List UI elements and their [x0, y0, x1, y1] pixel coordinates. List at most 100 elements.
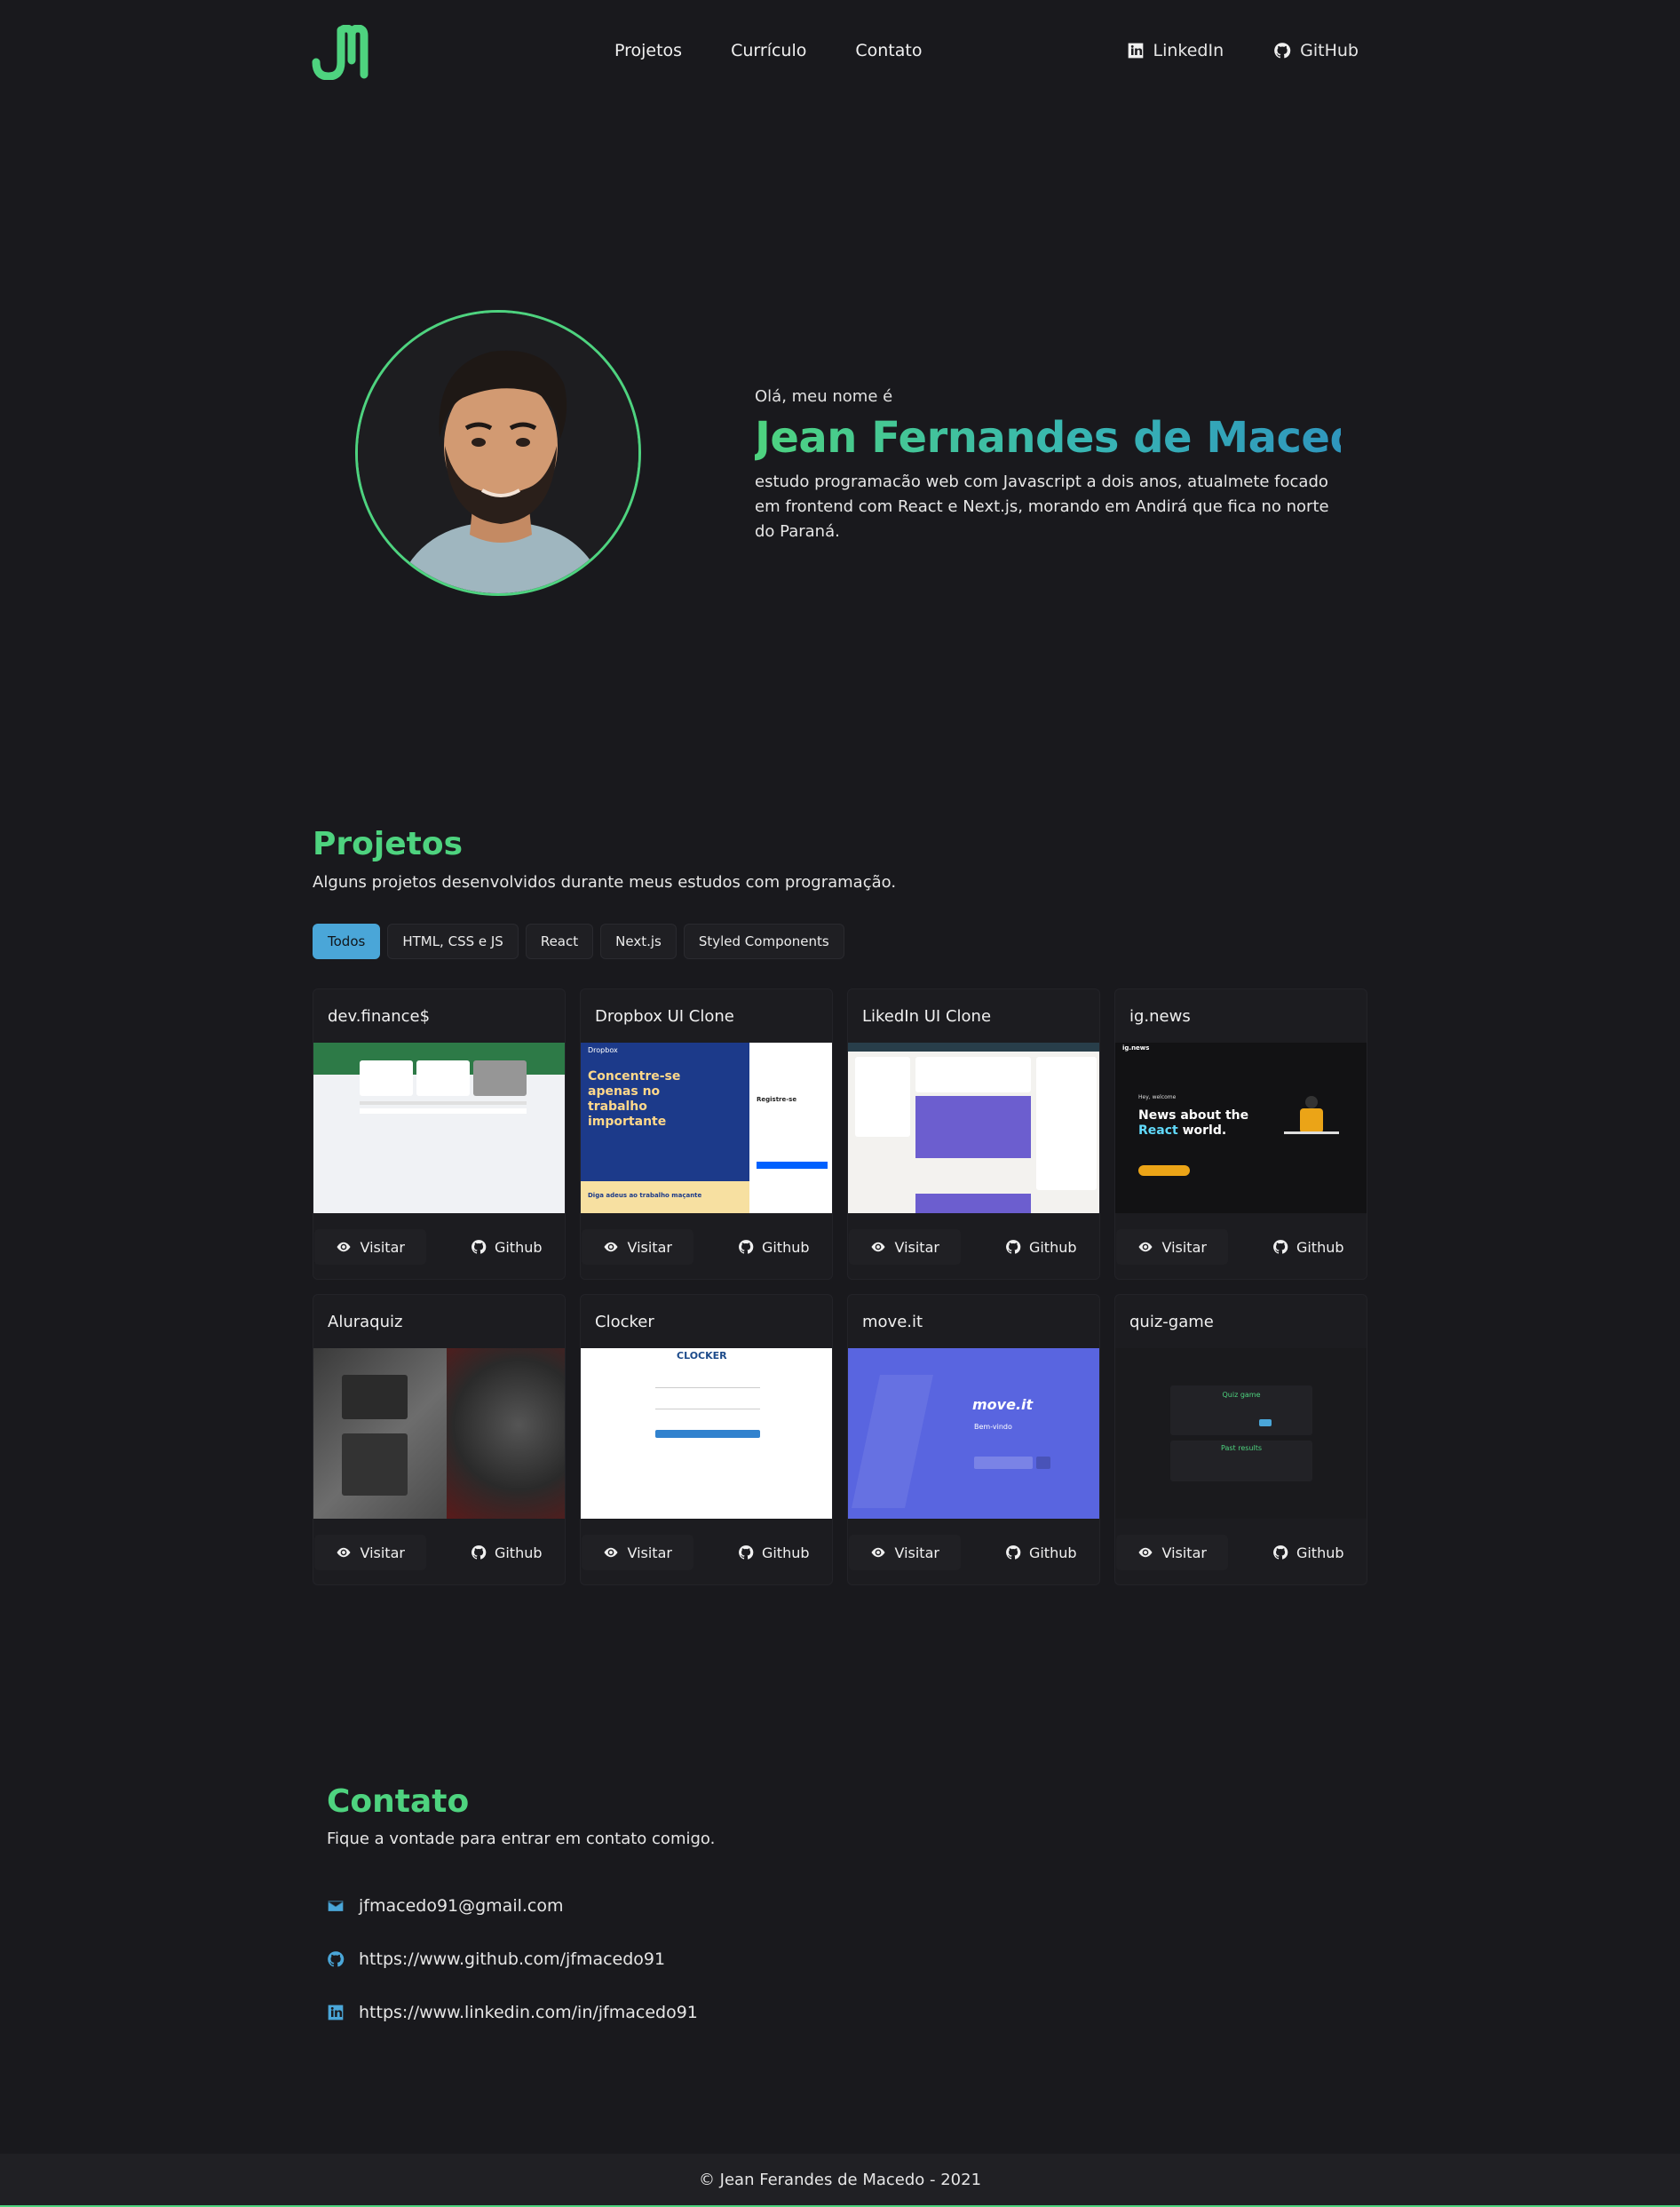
linkedin-label: LinkedIn: [1153, 41, 1224, 60]
visit-label: Visitar: [1161, 1544, 1207, 1561]
logo-icon[interactable]: [311, 25, 373, 80]
visit-button[interactable]: Visitar: [582, 1229, 693, 1265]
contact-list: jfmacedo91@gmail.com https://www.github.…: [327, 1879, 698, 2039]
contact-title: Contato: [327, 1783, 470, 1820]
eye-icon: [1138, 1547, 1153, 1558]
projects-title: Projetos: [313, 826, 463, 862]
quiz-results: Past results: [1220, 1444, 1262, 1452]
site-header: Projetos Currículo Contato LinkedIn GitH…: [0, 0, 1680, 107]
projects-subtitle: Alguns projetos desenvolvidos durante me…: [313, 873, 897, 892]
github-label: Github: [1028, 1544, 1077, 1561]
contact-subtitle: Fique a vontade para entrar em contato c…: [327, 1830, 716, 1848]
filter-html-css-js[interactable]: HTML, CSS e JS: [387, 924, 519, 959]
project-thumbnail[interactable]: [313, 1043, 565, 1213]
project-thumbnail[interactable]: move.it Bem-vindo: [848, 1348, 1099, 1519]
github-button[interactable]: Github: [1251, 1229, 1366, 1265]
github-button[interactable]: Github: [449, 1229, 564, 1265]
project-title: LikedIn UI Clone: [862, 1006, 992, 1026]
visit-label: Visitar: [360, 1544, 405, 1561]
eye-icon: [1138, 1242, 1153, 1252]
project-filters: Todos HTML, CSS e JS React Next.js Style…: [313, 924, 844, 959]
project-actions: Visitar Github: [848, 1519, 1099, 1584]
contact-github-text: https://www.github.com/jfmacedo91: [359, 1949, 666, 1969]
visit-button[interactable]: Visitar: [314, 1535, 426, 1570]
github-icon: [739, 1545, 754, 1560]
project-thumbnail[interactable]: Quiz game Past results: [1115, 1348, 1367, 1519]
project-card-moveit: move.it move.it Bem-vindo Visitar Github: [847, 1294, 1100, 1585]
project-actions: Visitar Github: [313, 1213, 565, 1279]
site-footer: © Jean Ferandes de Macedo - 2021: [0, 2154, 1680, 2207]
hero-name: Jean Fernandes de Macedo: [755, 413, 1389, 463]
moveit-welcome: Bem-vindo: [974, 1423, 1012, 1431]
github-label: Github: [1296, 1544, 1344, 1561]
project-thumbnail[interactable]: CLOCKER: [581, 1348, 832, 1519]
project-actions: Visitar Github: [581, 1519, 832, 1584]
github-button[interactable]: Github: [984, 1535, 1098, 1570]
github-icon: [1273, 1545, 1288, 1560]
project-thumbnail[interactable]: [313, 1348, 565, 1519]
mail-icon: [328, 1901, 344, 1911]
github-icon: [472, 1240, 487, 1254]
project-title: ig.news: [1129, 1006, 1191, 1026]
dropbox-signup: Registre-se: [757, 1096, 797, 1103]
github-icon: [472, 1545, 487, 1560]
social-links: LinkedIn GitHub: [1127, 41, 1359, 60]
eye-icon: [337, 1547, 351, 1558]
visit-label: Visitar: [627, 1238, 672, 1256]
github-label: Github: [761, 1238, 810, 1256]
visit-label: Visitar: [894, 1238, 939, 1256]
github-button[interactable]: Github: [449, 1535, 564, 1570]
filter-styled-components[interactable]: Styled Components: [683, 924, 844, 959]
github-link[interactable]: GitHub: [1273, 41, 1359, 60]
clocker-brand: CLOCKER: [677, 1350, 727, 1362]
visit-label: Visitar: [894, 1544, 939, 1561]
project-actions: Visitar Github: [1115, 1213, 1367, 1279]
github-button[interactable]: Github: [717, 1229, 831, 1265]
github-icon: [1006, 1545, 1021, 1560]
visit-button[interactable]: Visitar: [1116, 1535, 1228, 1570]
hero-greeting: Olá, meu nome é: [755, 387, 893, 406]
visit-button[interactable]: Visitar: [1116, 1229, 1228, 1265]
project-title: dev.finance$: [328, 1006, 431, 1026]
nav-projetos[interactable]: Projetos: [614, 41, 682, 60]
filter-nextjs[interactable]: Next.js: [600, 924, 677, 959]
visit-button[interactable]: Visitar: [582, 1535, 693, 1570]
dropbox-headline: Concentre-se apenas no trabalho importan…: [588, 1069, 681, 1129]
project-title: quiz-game: [1129, 1312, 1214, 1331]
visit-button[interactable]: Visitar: [849, 1229, 961, 1265]
github-button[interactable]: Github: [717, 1535, 831, 1570]
project-thumbnail[interactable]: Dropbox Concentre-se apenas no trabalho …: [581, 1043, 832, 1213]
project-thumbnail[interactable]: ig.news Hey, welcome News about the Reac…: [1115, 1043, 1367, 1213]
project-title: Clocker: [595, 1312, 654, 1331]
visit-button[interactable]: Visitar: [314, 1229, 426, 1265]
eye-icon: [337, 1242, 351, 1252]
eye-icon: [604, 1547, 618, 1558]
ignews-line1: News about the: [1138, 1108, 1249, 1123]
profile-photo: [355, 310, 641, 596]
github-label: Github: [494, 1238, 543, 1256]
filter-todos[interactable]: Todos: [313, 924, 381, 959]
contact-email[interactable]: jfmacedo91@gmail.com: [327, 1879, 698, 1933]
project-actions: Visitar Github: [313, 1519, 565, 1584]
github-button[interactable]: Github: [1251, 1535, 1366, 1570]
github-label: Github: [1296, 1238, 1344, 1256]
hero-description: estudo programacão web com Javascript a …: [755, 472, 1329, 541]
main-nav: Projetos Currículo Contato: [614, 41, 922, 60]
visit-button[interactable]: Visitar: [849, 1535, 961, 1570]
github-button[interactable]: Github: [984, 1229, 1098, 1265]
contact-linkedin[interactable]: https://www.linkedin.com/in/jfmacedo91: [327, 1986, 698, 2039]
project-card-aluraquiz: Aluraquiz Visitar Github: [313, 1294, 566, 1585]
contact-github[interactable]: https://www.github.com/jfmacedo91: [327, 1933, 698, 1986]
project-thumbnail[interactable]: [848, 1043, 1099, 1213]
linkedin-icon: [1128, 43, 1143, 59]
footer-copyright: © Jean Ferandes de Macedo - 2021: [698, 2170, 982, 2189]
nav-curriculo[interactable]: Currículo: [731, 41, 806, 60]
nav-contato[interactable]: Contato: [855, 41, 922, 60]
github-icon: [1274, 43, 1291, 59]
linkedin-link[interactable]: LinkedIn: [1127, 41, 1224, 60]
github-icon: [328, 1951, 345, 1967]
visit-label: Visitar: [1161, 1238, 1207, 1256]
ignews-line2: world.: [1182, 1123, 1227, 1138]
hero-intro: Olá, meu nome é Jean Fernandes de Macedo…: [755, 387, 1389, 544]
filter-react[interactable]: React: [525, 924, 594, 959]
